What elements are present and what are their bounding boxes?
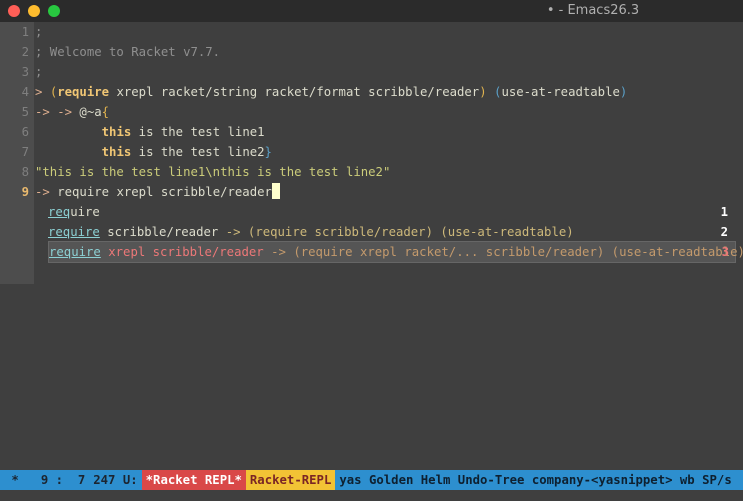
code-token: "this is the test line1\nthis is the tes…	[35, 165, 391, 179]
completion-match: require	[48, 225, 100, 239]
code-token: require	[57, 85, 110, 99]
code-token: this	[101, 145, 132, 159]
code-token: is the test line1	[131, 125, 265, 139]
completion-annotation: -> (require scribble/reader) (use-at-rea…	[218, 225, 574, 239]
completion-rest: xrepl scribble/reader	[100, 245, 264, 259]
code-token: is the test line2	[131, 145, 265, 159]
line-number: 2	[21, 45, 29, 59]
window-title: • - Emacs26.3	[546, 3, 640, 18]
code-token: }	[264, 145, 272, 159]
completion-index: 2	[720, 225, 728, 239]
line-number: 8	[21, 165, 29, 179]
code-token: -> ->	[35, 105, 80, 119]
modeline-size: 247 U:	[93, 473, 138, 487]
code-token: require xrepl scribble/reader	[57, 185, 272, 199]
window-controls	[8, 5, 60, 17]
code-text: -> require xrepl scribble/reader	[35, 182, 280, 202]
code-token: )	[479, 85, 487, 99]
modeline-minor-modes[interactable]: yas Golden Helm Undo-Tree company-<yasni…	[335, 470, 735, 490]
line-number: 1	[21, 25, 29, 39]
line-number: 6	[21, 125, 29, 139]
line-number: 9	[21, 185, 29, 199]
completion-rest: uire	[70, 205, 100, 219]
code-token: ;	[35, 25, 43, 39]
code-text: ; Welcome to Racket v7.7.	[35, 42, 220, 62]
code-token: this	[101, 125, 132, 139]
title-bar: • - Emacs26.3	[0, 0, 743, 22]
code-text: > (require xrepl racket/string racket/fo…	[35, 82, 627, 102]
modeline-buffer-name[interactable]: *Racket REPL*	[141, 470, 246, 490]
modeline-major-mode[interactable]: Racket-REPL	[245, 470, 336, 490]
modeline-status: *	[4, 473, 19, 487]
completion-match: req	[48, 205, 71, 219]
line-number: 4	[21, 85, 29, 99]
text-cursor	[271, 183, 280, 199]
code-text: ;	[35, 22, 42, 42]
line-number: 7	[21, 145, 29, 159]
close-button[interactable]	[8, 5, 20, 17]
code-token: )	[619, 85, 628, 99]
completion-item[interactable]: require scribble/reader -> (require scri…	[48, 222, 734, 242]
minimize-button[interactable]	[28, 5, 40, 17]
line-number: 5	[21, 105, 29, 119]
code-token: xrepl racket/string racket/format scribb…	[109, 85, 480, 99]
modeline-position: 9 : 7	[40, 473, 86, 487]
completion-item-selected[interactable]: require xrepl scribble/reader -> (requir…	[48, 241, 743, 263]
code-text: this is the test line2}	[35, 142, 272, 162]
code-token: ->	[35, 185, 58, 199]
completion-annotation: -> (require xrepl racket/... scribble/re…	[263, 245, 743, 259]
completion-match: require	[49, 245, 101, 259]
code-text: this is the test line1	[35, 122, 265, 142]
code-token: @~a	[79, 105, 102, 119]
completion-item[interactable]: require 1	[48, 202, 734, 222]
code-text: "this is the test line1\nthis is the tes…	[35, 162, 390, 182]
editor-buffer[interactable]: 1; 2 ; Welcome to Racket v7.7. 3; 4 > (requir…	[0, 22, 743, 468]
code-token: {	[101, 105, 110, 119]
code-text: ;	[35, 62, 42, 82]
code-token: use-at-readtable	[501, 85, 620, 99]
mode-line: * 9 : 7 247 U: *Racket REPL* Racket-REPL…	[0, 470, 743, 490]
code-text: -> -> @~a{	[35, 102, 109, 122]
code-token: >	[35, 85, 50, 99]
code-token: ;	[35, 65, 43, 79]
line-number: 3	[21, 65, 29, 79]
completion-index: 3	[721, 245, 729, 259]
completion-index: 1	[720, 205, 728, 219]
zoom-button[interactable]	[48, 5, 60, 17]
completion-rest: scribble/reader	[99, 225, 219, 239]
code-token: ; Welcome to Racket v7.7.	[35, 45, 221, 59]
